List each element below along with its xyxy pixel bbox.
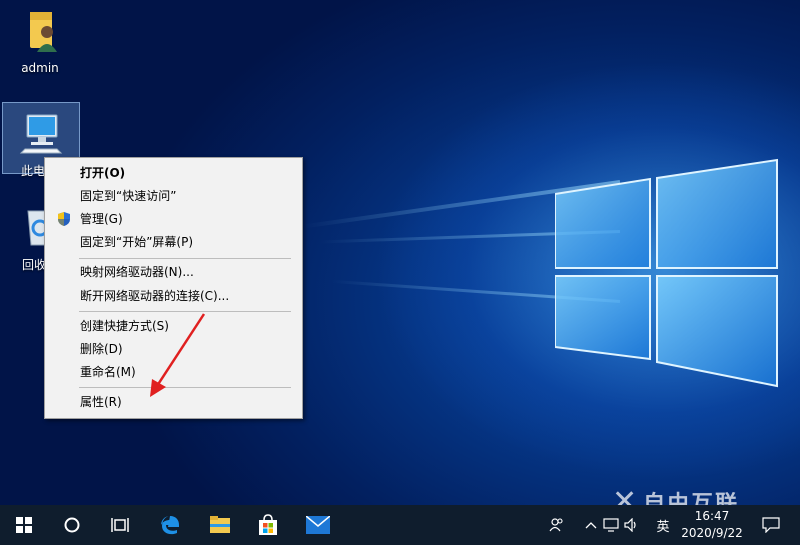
action-center-button[interactable]	[756, 505, 786, 545]
menu-item-label: 管理(G)	[80, 212, 123, 226]
network-button[interactable]	[601, 505, 621, 545]
context-menu: 打开(O) 固定到“快速访问” 管理(G) 固定到“开始”屏幕(P) 映射网络驱…	[44, 157, 303, 419]
volume-button[interactable]	[622, 505, 642, 545]
menu-item-pin-quick-access[interactable]: 固定到“快速访问”	[46, 185, 301, 207]
menu-item-map-network-drive[interactable]: 映射网络驱动器(N)...	[46, 261, 301, 283]
menu-separator	[79, 311, 291, 312]
watermark-logo: ✕ 自由互联	[612, 484, 792, 505]
watermark-text: 自由互联	[643, 492, 740, 505]
chevron-up-icon	[585, 522, 597, 529]
store-button[interactable]	[244, 505, 292, 545]
speaker-icon	[624, 518, 636, 532]
menu-item-manage[interactable]: 管理(G)	[46, 208, 301, 230]
edge-icon	[161, 516, 179, 535]
menu-item-label: 映射网络驱动器(N)...	[80, 265, 194, 279]
start-button[interactable]	[0, 505, 48, 545]
task-view-icon	[111, 518, 129, 532]
file-explorer-icon	[210, 516, 230, 533]
user-folder-icon	[30, 12, 57, 52]
input-language-indicator[interactable]: 英	[652, 505, 674, 545]
menu-item-label: 重命名(M)	[80, 365, 136, 379]
mail-icon	[306, 516, 330, 534]
desktop-background[interactable]: admin 此电 回收 打开(O) 固定到“快速访问” 管理(G) 固定到“开始…	[0, 0, 800, 505]
menu-item-delete[interactable]: 删除(D)	[46, 338, 301, 360]
menu-item-label: 固定到“快速访问”	[80, 189, 177, 203]
show-hidden-icons-button[interactable]	[582, 505, 600, 545]
network-icon	[603, 518, 619, 532]
notification-icon	[762, 517, 780, 533]
search-circle-icon	[64, 517, 80, 533]
store-icon	[259, 514, 277, 535]
clock-date: 2020/9/22	[681, 526, 743, 540]
mail-button[interactable]	[294, 505, 342, 545]
shield-icon	[58, 212, 70, 226]
taskbar: 英 16:47 2020/9/22	[0, 505, 800, 545]
menu-separator	[79, 387, 291, 388]
menu-separator	[79, 258, 291, 259]
menu-item-label: 删除(D)	[80, 342, 123, 356]
menu-item-label: 固定到“开始”屏幕(P)	[80, 235, 194, 249]
this-pc-icon	[19, 114, 63, 154]
edge-button[interactable]	[146, 505, 194, 545]
file-explorer-button[interactable]	[196, 505, 244, 545]
desktop-icon-admin[interactable]: admin	[4, 8, 76, 75]
menu-item-label: 断开网络驱动器的连接(C)...	[80, 289, 230, 303]
start-icon	[16, 517, 32, 533]
menu-item-open[interactable]: 打开(O)	[46, 162, 301, 184]
search-button[interactable]	[48, 505, 96, 545]
menu-item-rename[interactable]: 重命名(M)	[46, 361, 301, 383]
menu-item-label: 属性(R)	[80, 395, 122, 409]
menu-item-pin-start[interactable]: 固定到“开始”屏幕(P)	[46, 231, 301, 253]
menu-item-create-shortcut[interactable]: 创建快捷方式(S)	[46, 315, 301, 337]
menu-item-label: 打开(O)	[80, 166, 126, 180]
clock-time: 16:47	[694, 509, 730, 523]
clock[interactable]: 16:47 2020/9/22	[676, 508, 748, 542]
people-button[interactable]	[545, 505, 569, 545]
desktop-icon-label: admin	[21, 61, 59, 75]
menu-item-disconnect-network-drive[interactable]: 断开网络驱动器的连接(C)...	[46, 285, 301, 307]
people-icon	[549, 518, 563, 532]
menu-item-label: 创建快捷方式(S)	[80, 319, 169, 333]
task-view-button[interactable]	[96, 505, 144, 545]
menu-item-properties[interactable]: 属性(R)	[46, 391, 301, 413]
windows-logo-wallpaper	[555, 158, 778, 388]
